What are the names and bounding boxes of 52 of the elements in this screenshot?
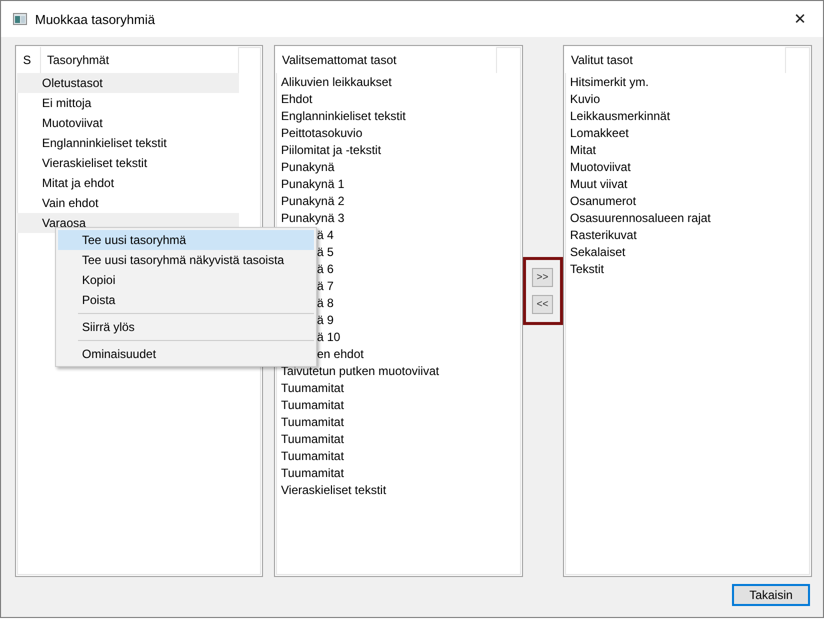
move-button[interactable]: << [532,295,553,314]
list-item[interactable]: Mitat [565,141,810,158]
window-icon [13,13,27,25]
list-item[interactable]: Vieraskieliset tekstit [276,481,521,498]
list-item[interactable]: Leikkausmerkinnät [565,107,810,124]
menu-item[interactable]: Kopioi [58,270,314,290]
list-item[interactable]: Punakynä 1 [276,175,521,192]
list-item[interactable]: Tuumamitat [276,447,521,464]
list-item[interactable]: Muut viivat [565,175,810,192]
list-item[interactable]: Osanumerot [565,192,810,209]
list-item[interactable]: Muotoviivat [565,158,810,175]
list-item[interactable]: Rasterikuvat [565,226,810,243]
column-header[interactable]: Tasoryhmät [41,47,239,73]
list-item[interactable]: Tuumamitat [276,396,521,413]
menu-item[interactable]: Ominaisuudet [58,344,314,364]
list-item[interactable]: Oletustasot [17,73,239,93]
list-item[interactable]: Kuvio [565,90,810,107]
move-button[interactable]: >> [532,268,553,287]
list-item[interactable]: Alikuvien leikkaukset [276,73,521,90]
list-item[interactable]: Ehdot [276,90,521,107]
list-item[interactable]: Ei mittoja [17,93,239,113]
menu-item[interactable]: Poista [58,290,314,310]
list-item[interactable]: Muotoviivat [17,113,239,133]
list-item[interactable]: Vieraskieliset tekstit [17,153,239,173]
column-header[interactable]: Valitsemattomat tasot [276,47,497,73]
list-item[interactable]: Peittotasokuvio [276,124,521,141]
list-item[interactable]: Tuumamitat [276,430,521,447]
list-item[interactable]: Sekalaiset [565,243,810,260]
list-item[interactable]: Englanninkieliset tekstit [17,133,239,153]
list-item[interactable]: Piilomitat ja -tekstit [276,141,521,158]
list-item[interactable]: Vain ehdot [17,193,239,213]
menu-item[interactable]: Tee uusi tasoryhmä [58,230,314,250]
list-item[interactable]: Punakynä [276,158,521,175]
list-item[interactable]: Punakynä 3 [276,209,521,226]
menu-item[interactable]: Tee uusi tasoryhmä näkyvistä tasoista [58,250,314,270]
back-button[interactable]: Takaisin [732,584,810,606]
list-item[interactable]: Osasuurennosalueen rajat [565,209,810,226]
list-item[interactable]: Mitat ja ehdot [17,173,239,193]
menu-item[interactable]: Siirrä ylös [58,317,314,337]
list-item[interactable]: Tuumamitat [276,413,521,430]
list-item[interactable]: Punakynä 2 [276,192,521,209]
window-title: Muokkaa tasoryhmiä [35,12,156,26]
list-item[interactable]: Hitsimerkit ym. [565,73,810,90]
close-button[interactable]: ✕ [777,1,823,37]
list-item[interactable]: Lomakkeet [565,124,810,141]
column-header[interactable]: Valitut tasot [565,47,786,73]
column-header[interactable]: S [17,47,41,73]
list-item[interactable]: Tekstit [565,260,810,277]
list-item[interactable]: Englanninkieliset tekstit [276,107,521,124]
list-item[interactable]: Taivutetun putken muotoviivat [276,362,521,379]
list-item[interactable]: Tuumamitat [276,464,521,481]
list-item[interactable]: Tuumamitat [276,379,521,396]
